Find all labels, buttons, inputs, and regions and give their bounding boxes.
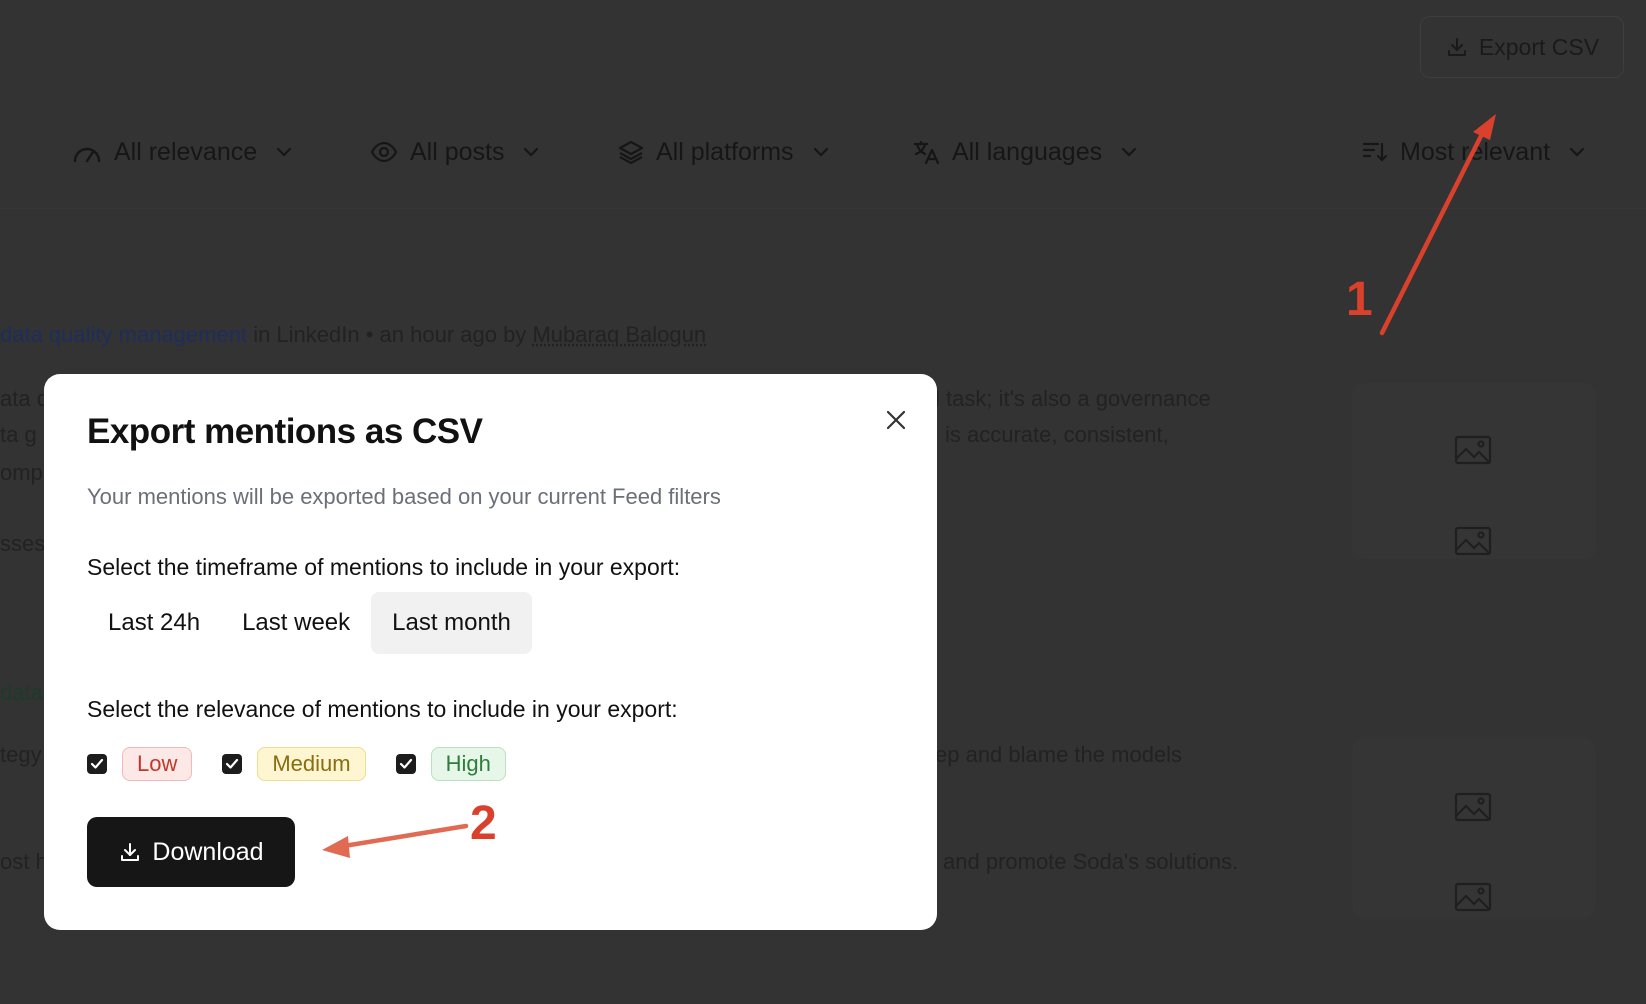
sort-dropdown[interactable]: Most relevant bbox=[1362, 118, 1586, 186]
mention-text-fragment: l task; it's also a governance bbox=[935, 386, 1211, 411]
mention-text-fragment: ost h bbox=[0, 849, 48, 874]
relevance-label: Select the relevance of mentions to incl… bbox=[87, 696, 678, 722]
relevance-badge-medium: Medium bbox=[257, 747, 366, 781]
mention-author[interactable]: Mubaraq Balogun bbox=[532, 322, 706, 347]
download-button[interactable]: Download bbox=[87, 817, 295, 887]
annotation-step-2: 2 bbox=[470, 797, 497, 850]
filter-languages-label: All languages bbox=[952, 137, 1103, 166]
export-csv-label: Export CSV bbox=[1478, 33, 1600, 60]
translate-icon bbox=[913, 140, 940, 165]
filter-divider bbox=[0, 208, 1646, 209]
image-icon bbox=[1454, 882, 1492, 912]
relevance-badge-low: Low bbox=[122, 747, 193, 781]
sort-icon bbox=[1362, 142, 1388, 162]
mention-text-fragment: ta g bbox=[0, 422, 37, 447]
mention-platform: in LinkedIn • an hour ago by bbox=[253, 322, 527, 347]
filter-relevance-label: All relevance bbox=[114, 137, 258, 166]
export-csv-button[interactable]: Export CSV bbox=[1420, 16, 1624, 78]
timeframe-option-week[interactable]: Last week bbox=[221, 592, 371, 654]
checkbox-high[interactable] bbox=[395, 754, 416, 774]
mention-text-fragment: omp bbox=[0, 460, 43, 485]
filter-platforms[interactable]: All platforms bbox=[618, 118, 830, 186]
filter-bar: All relevance All posts All platforms Al… bbox=[0, 118, 1646, 186]
relevance-options: Low Medium High bbox=[87, 746, 536, 782]
download-icon bbox=[121, 843, 140, 861]
timeframe-option-24h[interactable]: Last 24h bbox=[87, 592, 221, 654]
image-icon bbox=[1454, 792, 1492, 822]
modal-subtitle: Your mentions will be exported based on … bbox=[87, 484, 721, 509]
chevron-down-icon bbox=[1569, 147, 1585, 157]
timeframe-label: Select the timeframe of mentions to incl… bbox=[87, 554, 681, 580]
mention-text-fragment: sses bbox=[0, 531, 46, 556]
filter-platforms-label: All platforms bbox=[656, 137, 794, 166]
modal-title: Export mentions as CSV bbox=[87, 412, 483, 451]
close-icon[interactable] bbox=[880, 404, 912, 436]
relevance-badge-high: High bbox=[430, 747, 506, 781]
check-icon bbox=[399, 758, 412, 769]
mention-meta: data quality management in LinkedIn • an… bbox=[0, 322, 706, 348]
filter-relevance[interactable]: All relevance bbox=[72, 118, 293, 186]
filter-languages[interactable]: All languages bbox=[912, 118, 1138, 186]
mention-text-fragment: ata q bbox=[0, 386, 49, 411]
relevance-option-medium: Medium bbox=[222, 747, 366, 781]
timeframe-options: Last 24h Last week Last month bbox=[87, 592, 532, 654]
chevron-down-icon bbox=[813, 147, 828, 157]
chevron-down-icon bbox=[1122, 147, 1137, 157]
checkbox-low[interactable] bbox=[87, 754, 107, 774]
eye-icon bbox=[370, 141, 398, 163]
check-icon bbox=[226, 758, 239, 769]
filter-posts-label: All posts bbox=[410, 137, 505, 166]
layers-icon bbox=[618, 140, 644, 165]
gauge-icon bbox=[73, 147, 101, 163]
mention-text-fragment: and promote Soda's solutions. bbox=[943, 849, 1239, 874]
mention-text-fragment: is accurate, consistent, bbox=[945, 422, 1169, 447]
chevron-down-icon bbox=[524, 147, 539, 157]
chevron-down-icon bbox=[277, 147, 292, 157]
download-icon bbox=[1447, 38, 1466, 56]
filter-posts[interactable]: All posts bbox=[370, 118, 540, 186]
image-icon bbox=[1454, 435, 1492, 465]
image-icon bbox=[1454, 526, 1492, 556]
annotation-step-1: 1 bbox=[1346, 273, 1373, 326]
checkbox-medium[interactable] bbox=[222, 754, 243, 774]
sort-label: Most relevant bbox=[1400, 137, 1551, 166]
mention-topic[interactable]: data quality management bbox=[0, 322, 247, 347]
relevance-option-high: High bbox=[395, 747, 506, 781]
check-icon bbox=[90, 758, 104, 769]
relevance-option-low: Low bbox=[87, 747, 193, 781]
download-label: Download bbox=[152, 837, 264, 866]
mention-text-fragment: tegy bbox=[0, 742, 42, 767]
mention-topic[interactable]: data bbox=[0, 680, 43, 706]
mention-text-fragment: ep and blame the models bbox=[935, 742, 1183, 767]
timeframe-option-month[interactable]: Last month bbox=[371, 592, 532, 654]
